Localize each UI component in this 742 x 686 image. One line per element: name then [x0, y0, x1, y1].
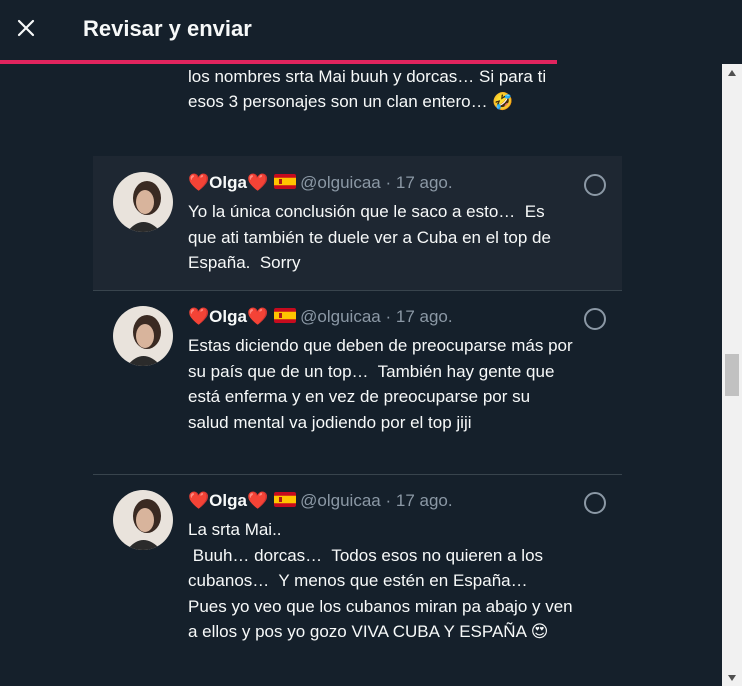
- close-button[interactable]: [10, 12, 42, 44]
- select-radio[interactable]: [584, 174, 606, 196]
- scroll-down-arrow-icon[interactable]: [722, 669, 742, 686]
- tweet-header: ❤️Olga❤️ @olguicaa · 17 ago.: [188, 173, 453, 193]
- modal-title: Revisar y enviar: [83, 16, 252, 41]
- modal-header: Revisar y enviar: [0, 0, 742, 60]
- scrollbar-thumb[interactable]: [725, 354, 739, 396]
- heart-icon: ❤️: [188, 307, 210, 326]
- tweet-list: los nombres srta Mai buuh y dorcas… Si p…: [0, 64, 722, 686]
- tweet-item[interactable]: ❤️Olga❤️ @olguicaa · 17 ago. La srta Mai.…: [93, 475, 622, 686]
- heart-icon: ❤️: [188, 173, 210, 192]
- tweet-text: Yo la única conclusión que le saco a est…: [188, 202, 556, 272]
- tweet-item[interactable]: ❤️Olga❤️ @olguicaa · 17 ago. Estas dicien…: [93, 291, 622, 475]
- tweet-header: ❤️Olga❤️ @olguicaa · 17 ago.: [188, 307, 453, 327]
- tweet-text: Estas diciendo que deben de preocuparse …: [188, 336, 578, 432]
- scroll-up-arrow-icon[interactable]: [722, 64, 742, 81]
- author-name[interactable]: Olga: [209, 173, 247, 192]
- tweet-date[interactable]: 17 ago.: [396, 307, 453, 326]
- tweet-text: La srta Mai.. Buuh… dorcas… Todos esos n…: [188, 520, 573, 641]
- tweet-item[interactable]: ❤️Olga❤️ @olguicaa · 17 ago. Yo la única …: [93, 156, 622, 291]
- tweet-header: ❤️Olga❤️ @olguicaa · 17 ago.: [188, 491, 453, 511]
- spain-flag-icon: [274, 308, 297, 323]
- author-handle[interactable]: @olguicaa: [300, 307, 381, 326]
- author-handle[interactable]: @olguicaa: [300, 491, 381, 510]
- separator: ·: [385, 491, 392, 510]
- close-icon: [17, 19, 35, 37]
- avatar: [113, 490, 173, 550]
- select-radio[interactable]: [584, 308, 606, 330]
- spain-flag-icon: [274, 492, 297, 507]
- scrollbar[interactable]: [722, 64, 742, 686]
- author-name[interactable]: Olga: [209, 307, 247, 326]
- author-handle[interactable]: @olguicaa: [300, 173, 381, 192]
- heart-icon: ❤️: [246, 491, 269, 510]
- avatar: [113, 172, 173, 232]
- separator: ·: [385, 173, 392, 192]
- heart-icon: ❤️: [188, 491, 210, 510]
- tweet-date[interactable]: 17 ago.: [396, 491, 453, 510]
- select-radio[interactable]: [584, 492, 606, 514]
- tweet-date[interactable]: 17 ago.: [396, 173, 453, 192]
- author-name[interactable]: Olga: [209, 491, 247, 510]
- heart-icon: ❤️: [246, 173, 269, 192]
- separator: ·: [385, 307, 392, 326]
- partial-tweet-text: los nombres srta Mai buuh y dorcas… Si p…: [188, 67, 547, 111]
- heart-icon: ❤️: [246, 307, 269, 326]
- avatar: [113, 306, 173, 366]
- spain-flag-icon: [274, 174, 297, 189]
